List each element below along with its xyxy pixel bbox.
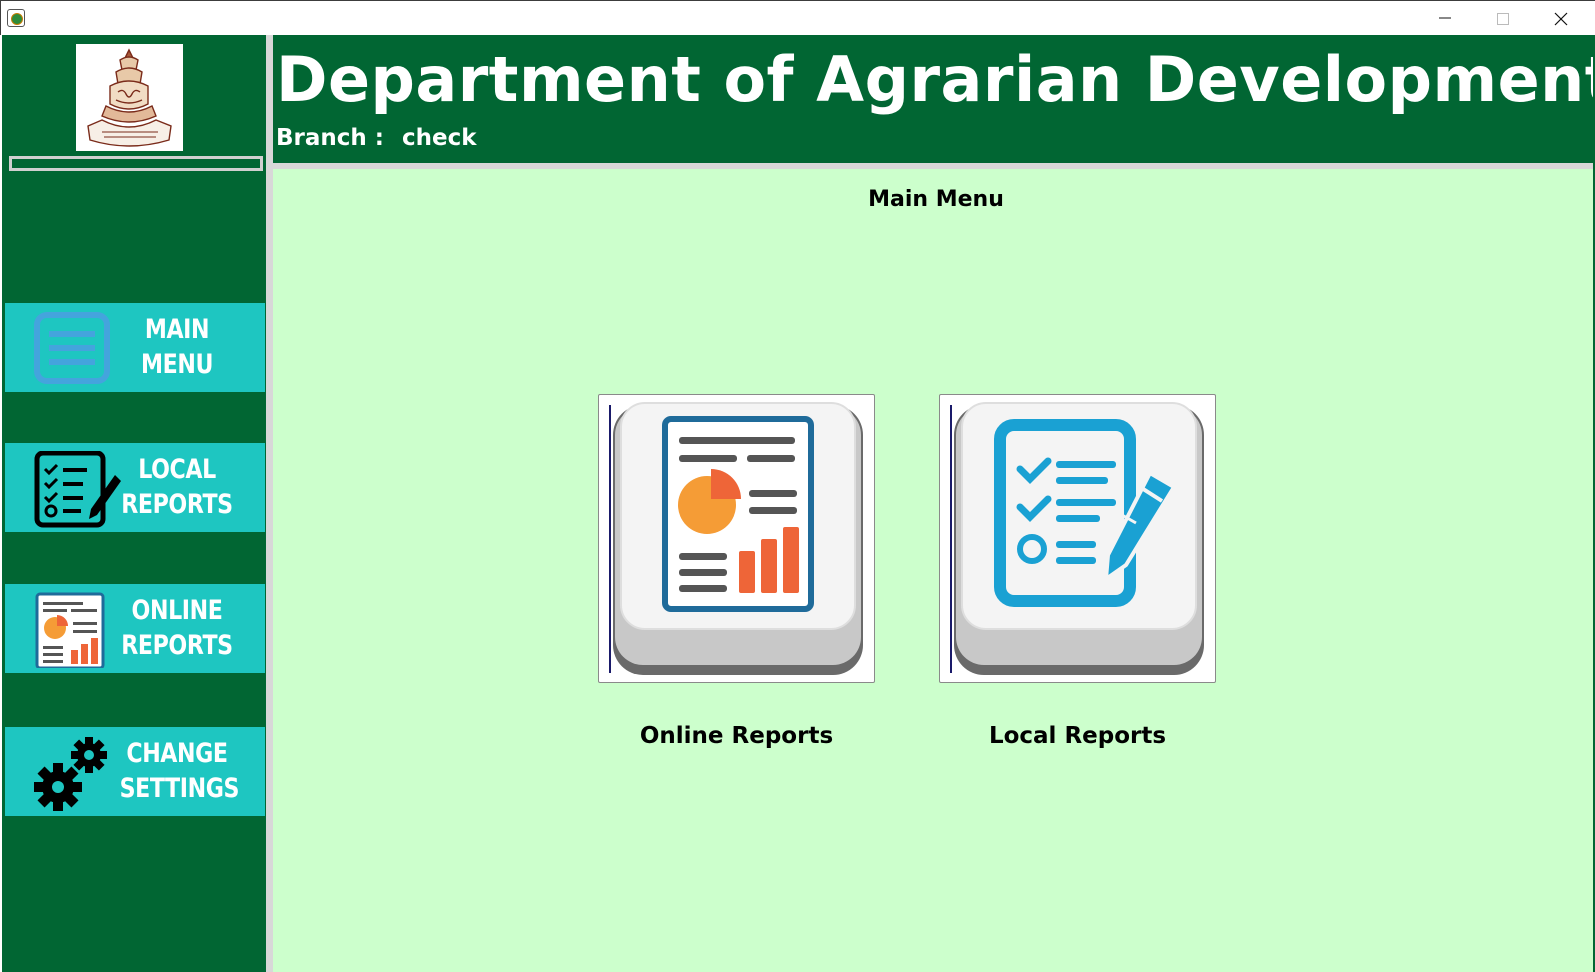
page-header: Department of Agrarian Development Branc… xyxy=(273,35,1595,163)
sidebar: MAIN MENU LOCAL REPORTS ONLINE REPORTS C… xyxy=(2,35,266,972)
sidebar-item-label: MAIN MENU xyxy=(140,314,214,380)
sidebar-item-label: CHANGE SETTINGS xyxy=(119,738,240,804)
close-button[interactable] xyxy=(1532,1,1590,36)
sidebar-item-local-reports[interactable]: LOCAL REPORTS xyxy=(5,443,265,532)
app-icon xyxy=(7,9,25,27)
report-chart-icon xyxy=(31,592,111,670)
checklist-pencil-icon xyxy=(31,450,121,528)
sidebar-item-online-reports[interactable]: ONLINE REPORTS xyxy=(5,584,265,673)
local-reports-button[interactable] xyxy=(939,394,1216,683)
online-reports-button[interactable] xyxy=(598,394,875,683)
branch-label: Branch : xyxy=(276,125,384,151)
sidebar-item-label: LOCAL REPORTS xyxy=(121,454,233,520)
branch-value: check xyxy=(401,125,477,151)
maximize-button[interactable] xyxy=(1474,1,1532,36)
progress-bar xyxy=(9,156,263,171)
close-icon xyxy=(1554,12,1568,26)
section-title: Main Menu xyxy=(868,187,1004,212)
page-title: Department of Agrarian Development xyxy=(276,43,1595,116)
report-chart-icon xyxy=(662,416,814,612)
main-content: Main Menu Online Reports Local Reports xyxy=(273,169,1595,972)
maximize-icon xyxy=(1497,13,1509,25)
local-reports-label: Local Reports xyxy=(988,723,1167,749)
sidebar-item-change-settings[interactable]: CHANGE SETTINGS xyxy=(5,727,265,816)
minimize-icon xyxy=(1439,17,1451,19)
gears-icon xyxy=(31,735,111,811)
window-titlebar xyxy=(0,0,1595,35)
sidebar-item-label: ONLINE REPORTS xyxy=(121,595,233,661)
sidebar-divider xyxy=(266,35,273,972)
menu-icon xyxy=(31,311,111,385)
minimize-button[interactable] xyxy=(1416,1,1474,36)
sidebar-item-main-menu[interactable]: MAIN MENU xyxy=(5,303,265,392)
branch-info: Branch : check xyxy=(276,125,477,151)
online-reports-label: Online Reports xyxy=(639,723,834,749)
department-logo xyxy=(76,44,183,151)
